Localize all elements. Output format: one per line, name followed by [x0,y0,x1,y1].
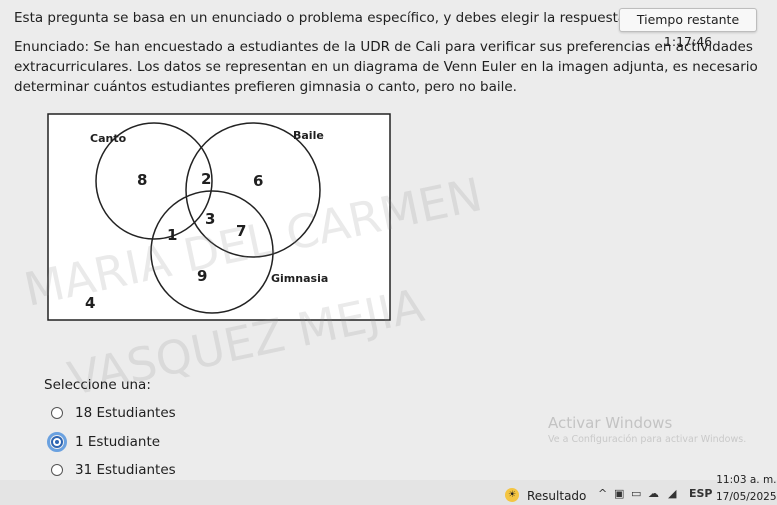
activate-windows-title: Activar Windows [548,414,673,432]
cloud-icon[interactable]: ☁ [648,487,659,500]
region-outside: 4 [85,294,95,312]
wifi-icon[interactable]: ◢ [668,487,676,500]
activate-windows-subtitle: Ve a Configuración para activar Windows. [548,434,747,445]
region-all-three: 3 [205,210,215,228]
clock-date: 17/05/2025 [716,491,777,503]
weather-icon[interactable]: ☀ [505,488,519,502]
region-canto-only: 8 [137,171,147,189]
camera-icon[interactable]: ▣ [614,487,624,500]
set-label-canto: Canto [90,132,127,145]
answer-prompt: Seleccione una: [44,377,151,393]
option-label: 1 Estudiante [75,434,161,450]
language-indicator[interactable]: ESP [689,487,713,500]
region-canto-gimnasia: 1 [167,226,177,244]
region-baile-only: 6 [253,172,263,190]
radio-button-selected[interactable] [47,432,67,452]
set-label-gimnasia: Gimnasia [271,272,328,285]
option-1-estudiante[interactable]: 1 Estudiante [47,432,161,452]
radio-button[interactable] [51,464,63,476]
battery-icon[interactable]: ▭ [631,487,641,500]
option-18-estudiantes[interactable]: 18 Estudiantes [51,403,176,423]
region-baile-gimnasia: 7 [236,222,246,240]
taskbar-resultado[interactable]: Resultado [527,489,586,503]
clock-time: 11:03 a. m. [716,474,777,486]
statement-text: Enunciado: Se han encuestado a estudiant… [14,39,758,95]
option-label: 18 Estudiantes [75,405,176,421]
radio-button[interactable] [51,407,63,419]
option-31-estudiantes[interactable]: 31 Estudiantes [51,460,176,480]
venn-diagram: U Canto Baile Gimnasia 8 2 6 3 1 7 9 4 [47,113,391,321]
timer-label: Tiempo restante [636,12,740,27]
region-gimnasia-only: 9 [197,267,207,285]
chevron-up-icon[interactable]: ^ [598,487,607,500]
timer-box: Tiempo restante 1:17:46 [619,8,757,49]
partial-text-row [62,490,180,496]
taskbar-clock[interactable]: 11:03 a. m. 17/05/2025 [716,474,777,503]
region-canto-baile: 2 [201,170,211,188]
option-label: 31 Estudiantes [75,462,176,478]
set-label-baile: Baile [293,129,324,142]
